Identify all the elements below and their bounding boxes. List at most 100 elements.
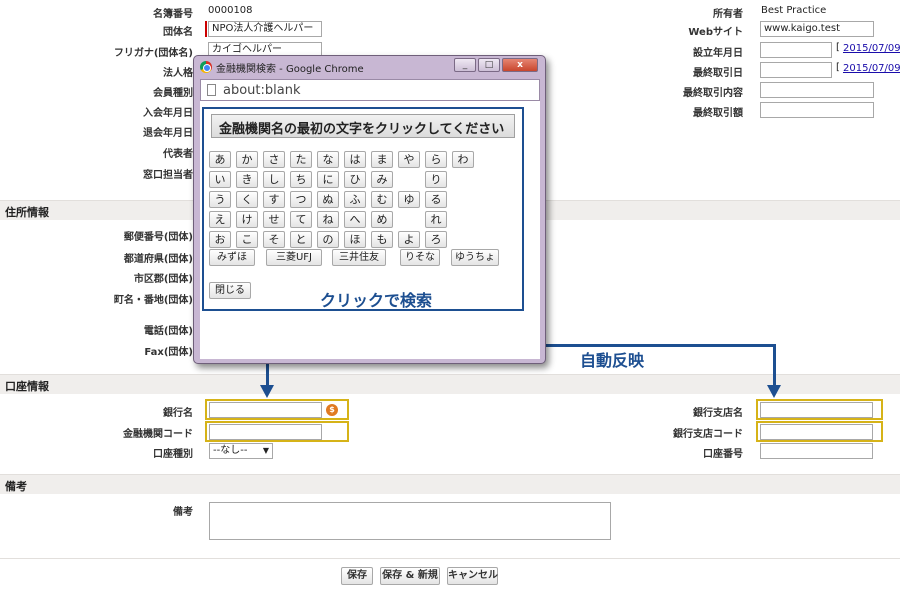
coin-icon[interactable]: $ [326,404,338,416]
saishu-naiyo-label: 最終取引内容 [683,88,743,99]
bank-shortcut-button[interactable]: 三井住友 [332,249,386,266]
bank-name-input[interactable] [209,402,322,418]
meibo-value: 0000108 [208,5,253,16]
bank-shortcut-button[interactable]: りそな [400,249,440,266]
kana-button[interactable]: け [236,211,258,228]
popup-close-button[interactable]: 閉じる [209,282,251,299]
kana-button[interactable]: し [263,171,285,188]
arrow-down-icon [767,385,781,398]
kana-button[interactable]: ふ [344,191,366,208]
kana-button[interactable]: せ [263,211,285,228]
account-section-title: 口座情報 [5,380,49,393]
kana-button[interactable]: む [371,191,393,208]
kana-button[interactable]: め [371,211,393,228]
search-area-frame: 金融機関名の最初の文字をクリックしてください あかさたなはまやらわいきしちにひみ… [202,107,524,311]
branch-code-input[interactable] [760,424,873,440]
save-new-button[interactable]: 保存 & 新規 [380,567,440,585]
kana-button[interactable]: み [371,171,393,188]
required-marker [205,21,207,37]
account-section-header: 口座情報 [0,374,900,394]
kana-button[interactable]: な [317,151,339,168]
saishu-input[interactable] [760,62,832,78]
kana-button[interactable]: つ [290,191,312,208]
biko-label: 備考 [173,507,193,518]
kana-button[interactable]: や [398,151,420,168]
kana-button[interactable]: く [236,191,258,208]
popup-content: 金融機関名の最初の文字をクリックしてください あかさたなはまやらわいきしちにひみ… [200,101,540,359]
kana-button[interactable]: ほ [344,231,366,248]
kana-button[interactable]: か [236,151,258,168]
kana-button[interactable]: さ [263,151,285,168]
kana-button[interactable]: う [209,191,231,208]
kana-button[interactable]: わ [452,151,474,168]
cancel-button[interactable]: キャンセル [447,567,498,585]
kana-button[interactable]: ぬ [317,191,339,208]
taikai-label: 退会年月日 [143,128,193,139]
notes-section-title: 備考 [5,480,27,493]
kana-button[interactable]: す [263,191,285,208]
yubin-label: 郵便番号(団体) [123,232,193,243]
save-button[interactable]: 保存 [341,567,373,585]
kana-button[interactable]: き [236,171,258,188]
koza-shubetsu-label: 口座種別 [153,449,193,460]
kana-button[interactable]: ひ [344,171,366,188]
kana-button[interactable]: よ [398,231,420,248]
cho-label: 町名・番地(団体) [113,295,193,306]
kana-button[interactable]: こ [236,231,258,248]
setsuritsu-label: 設立年月日 [693,48,743,59]
kana-button[interactable]: ま [371,151,393,168]
chrome-icon [200,61,212,73]
saishu-date-link[interactable]: 2015/07/09 [843,63,900,74]
kana-button[interactable]: の [317,231,339,248]
kana-button[interactable]: は [344,151,366,168]
annotation-line-right [773,344,776,386]
address-bar[interactable]: about:blank [200,79,540,101]
kana-button[interactable]: り [425,171,447,188]
kana-button[interactable]: え [209,211,231,228]
kana-button[interactable]: れ [425,211,447,228]
kaiin-label: 会員種別 [153,88,193,99]
kana-button[interactable]: て [290,211,312,228]
kana-button[interactable]: ら [425,151,447,168]
kana-button[interactable]: あ [209,151,231,168]
minimize-button[interactable]: _ [454,58,476,72]
owner-value: Best Practice [761,5,827,16]
koza-bango-input[interactable] [760,443,873,459]
kana-button[interactable]: に [317,171,339,188]
kana-button[interactable]: と [290,231,312,248]
koza-shubetsu-select[interactable]: --なし-- ▼ [209,443,273,459]
footer-divider [0,558,900,559]
dantai-input[interactable]: NPO法人介護ヘルパー [208,21,322,37]
kana-button[interactable]: へ [344,211,366,228]
bank-shortcut-button[interactable]: ゆうちょ [451,249,499,266]
saishu-label: 最終取引日 [693,68,743,79]
shiku-label: 市区郡(団体) [133,274,193,285]
kana-button[interactable]: い [209,171,231,188]
website-input[interactable]: www.kaigo.test [760,21,874,37]
kana-button[interactable]: た [290,151,312,168]
ginko-label: 銀行名 [163,408,193,419]
branch-name-input[interactable] [760,402,873,418]
kana-button[interactable]: お [209,231,231,248]
kana-button[interactable]: ね [317,211,339,228]
kana-button[interactable]: る [425,191,447,208]
saishu-bracket: [ [836,62,840,73]
bank-shortcut-button[interactable]: 三菱UFJ [266,249,322,266]
biko-textarea[interactable] [209,502,611,540]
setsuritsu-input[interactable] [760,42,832,58]
owner-label: 所有者 [713,9,743,20]
maximize-button[interactable]: □ [478,58,500,72]
kana-button[interactable]: ろ [425,231,447,248]
kana-button[interactable]: ち [290,171,312,188]
setsuritsu-date-link[interactable]: 2015/07/09 [843,43,900,54]
kana-button[interactable]: ゆ [398,191,420,208]
kana-button[interactable]: そ [263,231,285,248]
kana-button[interactable]: も [371,231,393,248]
saishu-naiyo-input[interactable] [760,82,874,98]
auto-reflect-annotation: 自動反映 [580,351,645,370]
bank-code-input[interactable] [209,424,322,440]
bank-search-popup[interactable]: 金融機関検索 - Google Chrome _ □ x about:blank… [193,55,546,364]
close-icon[interactable]: x [502,58,538,72]
saishu-gaku-input[interactable] [760,102,874,118]
bank-shortcut-button[interactable]: みずほ [209,249,255,266]
